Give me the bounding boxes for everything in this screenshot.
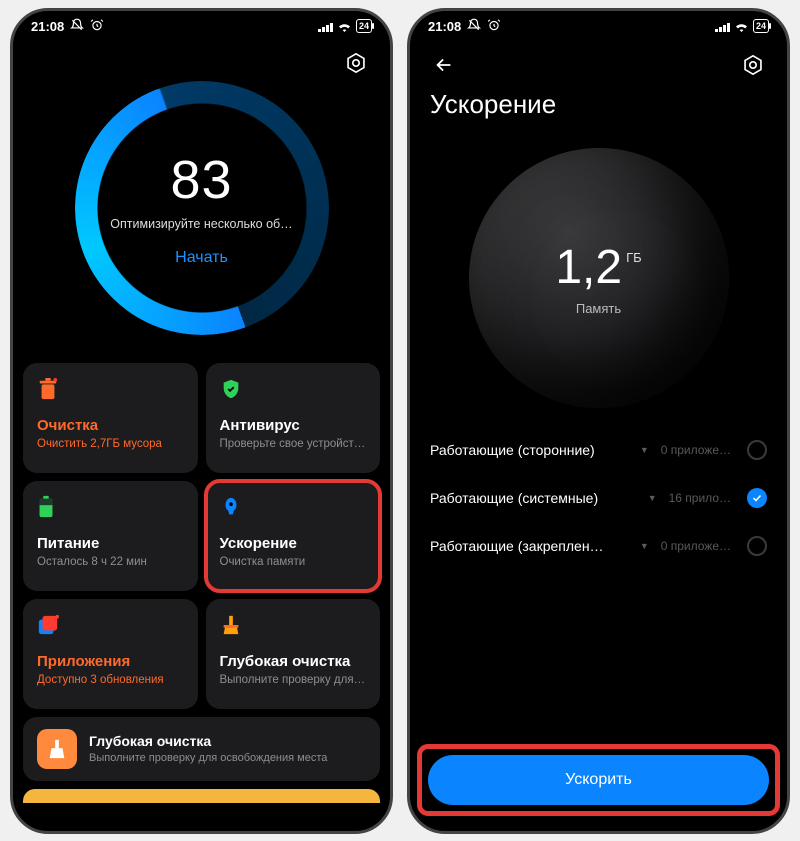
banner-subtitle: Выполните проверку для освобождения мест… [89, 751, 366, 765]
alarm-icon [90, 18, 104, 35]
status-time: 21:08 [31, 19, 64, 34]
memory-label: Память [576, 301, 621, 316]
memory-gauge: 1,2 ГБ Память [469, 148, 729, 408]
boost-button[interactable]: Ускорить [428, 755, 769, 805]
apps-icon [37, 613, 184, 639]
chevron-down-icon: ▼ [648, 493, 657, 503]
memory-value: 1,2 [555, 240, 622, 295]
tile-subtitle: Выполните проверку для… [220, 674, 367, 686]
alarm-icon [487, 18, 501, 35]
deep-clean-banner[interactable]: Глубокая очистка Выполните проверку для … [23, 717, 380, 781]
tile-apps[interactable]: Приложения Доступно 3 обновления [23, 599, 198, 709]
tile-battery[interactable]: Питание Осталось 8 ч 22 мин [23, 481, 198, 591]
gear-icon [345, 52, 367, 74]
banner-title: Глубокая очистка [89, 733, 366, 749]
shield-icon [220, 377, 367, 403]
tile-antivirus[interactable]: Антивирус Проверьте свое устройст… [206, 363, 381, 473]
settings-button[interactable] [739, 51, 767, 79]
back-button[interactable] [430, 51, 458, 79]
memory-unit: ГБ [626, 250, 642, 265]
tile-cleaner[interactable]: Очистка Очистить 2,7ГБ мусора [23, 363, 198, 473]
tile-title: Питание [37, 535, 184, 552]
signal-icon [318, 21, 333, 32]
promo-strip[interactable] [23, 789, 380, 803]
row-label: Работающие (системные) [430, 490, 598, 506]
status-bar: 21:08 24 [13, 11, 390, 41]
tile-title: Приложения [37, 653, 184, 670]
tile-title: Очистка [37, 417, 184, 434]
tile-subtitle: Очистка памяти [220, 556, 367, 568]
row-count: 0 приложе… [661, 443, 731, 457]
row-checkbox[interactable] [747, 440, 767, 460]
tile-deep-clean[interactable]: Глубокая очистка Выполните проверку для… [206, 599, 381, 709]
check-icon [751, 492, 763, 504]
tile-title: Глубокая очистка [220, 653, 367, 670]
row-count: 16 прило… [669, 491, 731, 505]
score-value: 83 [170, 149, 232, 211]
battery-icon: 24 [356, 19, 372, 33]
process-list: Работающие (сторонние) ▼ 0 приложе… Рабо… [410, 408, 787, 556]
settings-button[interactable] [342, 49, 370, 77]
rocket-icon [220, 495, 367, 521]
tile-boost[interactable]: Ускорение Очистка памяти [206, 481, 381, 591]
arrow-left-icon [433, 54, 455, 76]
list-row-system[interactable]: Работающие (системные) ▼ 16 прило… [430, 488, 767, 508]
list-row-third-party[interactable]: Работающие (сторонние) ▼ 0 приложе… [430, 440, 767, 460]
tile-subtitle: Очистить 2,7ГБ мусора [37, 438, 184, 450]
tile-grid: Очистка Очистить 2,7ГБ мусора Антивирус … [13, 355, 390, 709]
chevron-down-icon: ▼ [640, 541, 649, 551]
score-ring: 83 Оптимизируйте несколько об… Начать [75, 81, 329, 335]
tile-subtitle: Проверьте свое устройст… [220, 438, 367, 450]
broom-icon [220, 613, 367, 639]
phone-boost-screen: 21:08 24 Ускорение [407, 8, 790, 834]
row-count: 0 приложе… [661, 539, 731, 553]
wifi-icon [734, 21, 749, 32]
tile-subtitle: Осталось 8 ч 22 мин [37, 556, 184, 568]
battery-icon: 24 [753, 19, 769, 33]
row-label: Работающие (закреплен… [430, 538, 604, 554]
row-label: Работающие (сторонние) [430, 442, 595, 458]
dnd-icon [70, 18, 84, 35]
trash-icon [37, 377, 184, 403]
dnd-icon [467, 18, 481, 35]
chevron-down-icon: ▼ [640, 445, 649, 455]
start-button[interactable]: Начать [175, 249, 228, 267]
score-subtitle: Оптимизируйте несколько об… [110, 217, 292, 231]
row-checkbox[interactable] [747, 488, 767, 508]
page-title: Ускорение [410, 79, 787, 120]
phone-security-app: 21:08 24 83 Оптимиз [10, 8, 393, 834]
tile-title: Ускорение [220, 535, 367, 552]
battery-tile-icon [37, 495, 184, 521]
signal-icon [715, 21, 730, 32]
list-row-pinned[interactable]: Работающие (закреплен… ▼ 0 приложе… [430, 536, 767, 556]
row-checkbox[interactable] [747, 536, 767, 556]
tile-subtitle: Доступно 3 обновления [37, 674, 184, 686]
wifi-icon [337, 21, 352, 32]
status-time: 21:08 [428, 19, 461, 34]
gear-icon [742, 54, 764, 76]
tile-title: Антивирус [220, 417, 367, 434]
boost-button-highlight: Ускорить [424, 751, 773, 809]
status-bar: 21:08 24 [410, 11, 787, 41]
broom-icon [37, 729, 77, 769]
